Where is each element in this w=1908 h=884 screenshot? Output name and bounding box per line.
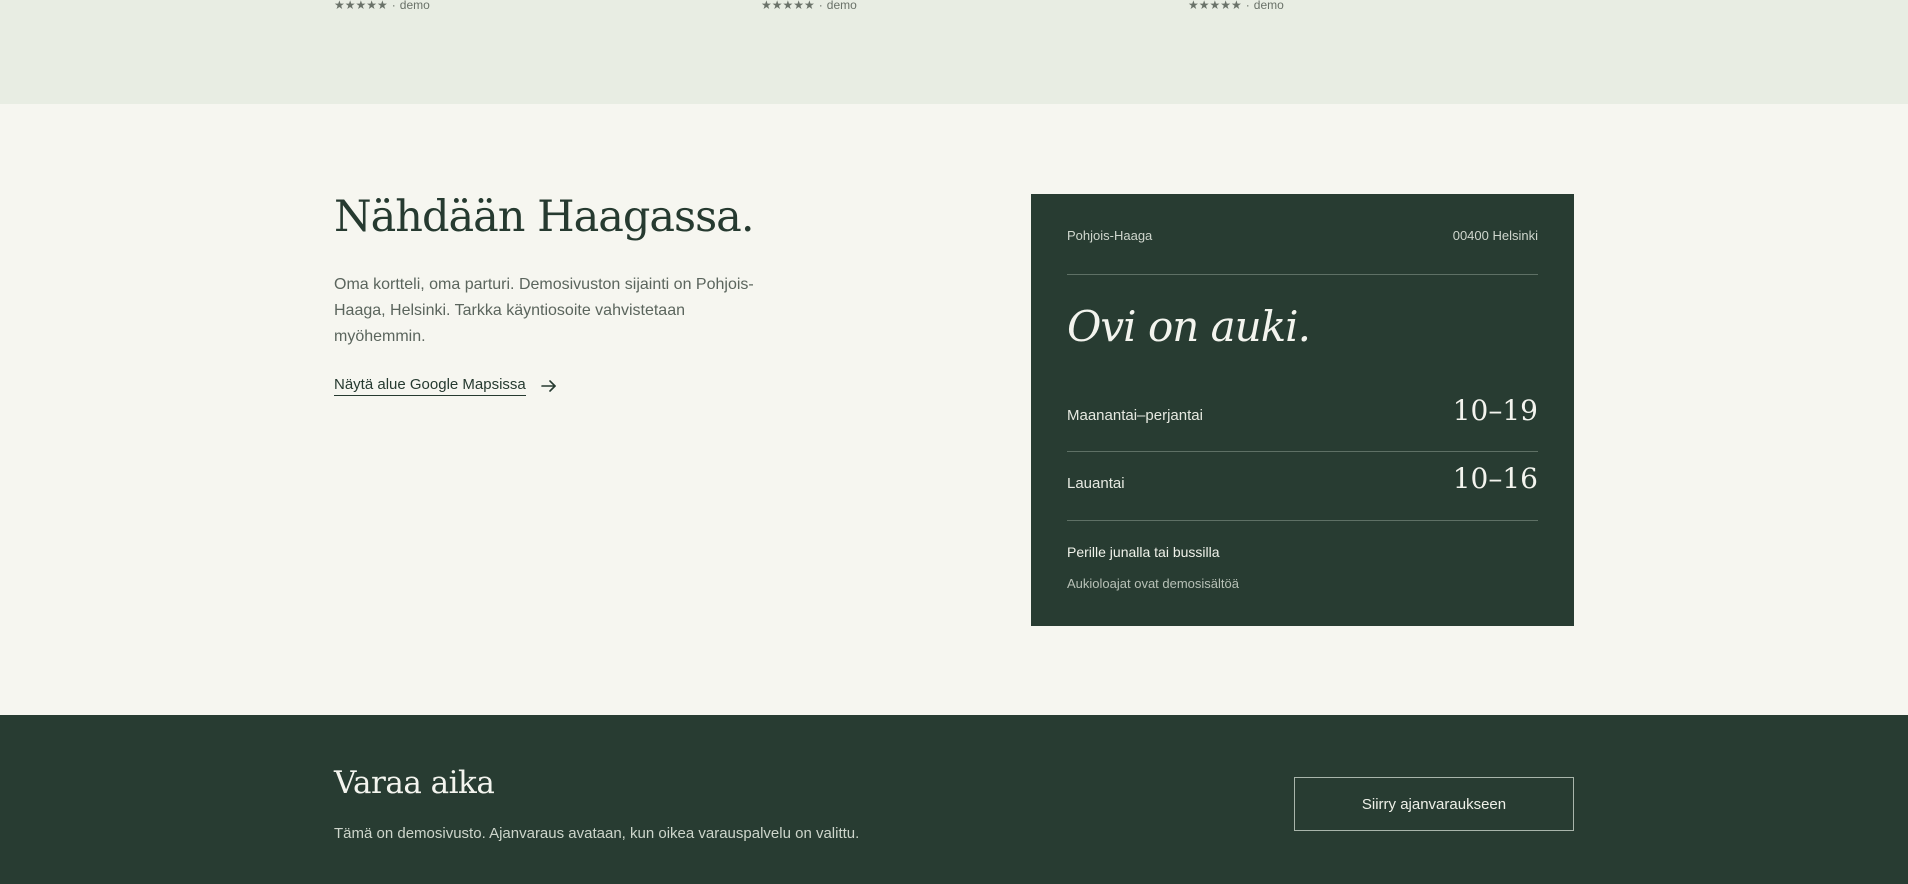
hours-day: Maanantai–perjantai — [1067, 407, 1203, 424]
transit-info: Perille junalla tai bussilla — [1067, 544, 1220, 560]
hours-day: Lauantai — [1067, 475, 1125, 492]
opening-hours-card: Pohjois-Haaga 00400 Helsinki Ovi on auki… — [1031, 194, 1574, 626]
location-description: Oma kortteli, oma parturi. Demosivuston … — [334, 276, 754, 345]
google-maps-link[interactable]: Näytä alue Google Mapsissa — [334, 376, 558, 396]
review-meta: ★★★★★ · demo — [334, 0, 430, 12]
open-heading: Ovi on auki. — [1067, 302, 1311, 351]
review-source-label: demo — [826, 0, 857, 12]
star-rating-icon: ★★★★★ — [761, 0, 815, 12]
divider — [1067, 520, 1538, 521]
review-meta: ★★★★★ · demo — [1188, 0, 1284, 12]
booking-section: Varaa aika Tämä on demosivusto. Ajanvara… — [0, 715, 1908, 884]
meta-separator: · — [1245, 0, 1250, 12]
booking-title: Varaa aika — [334, 765, 495, 801]
meta-separator: · — [818, 0, 823, 12]
hours-time: 10–16 — [1452, 462, 1538, 495]
hours-row-saturday: Lauantai 10–16 — [1067, 462, 1538, 495]
review-source-label: demo — [1253, 0, 1284, 12]
star-rating-icon: ★★★★★ — [334, 0, 388, 12]
card-header: Pohjois-Haaga 00400 Helsinki — [1067, 228, 1538, 243]
review-meta: ★★★★★ · demo — [761, 0, 857, 12]
google-maps-link-label: Näytä alue Google Mapsissa — [334, 376, 526, 396]
divider — [1067, 274, 1538, 275]
review-source-label: demo — [399, 0, 430, 12]
hours-row-weekdays: Maanantai–perjantai 10–19 — [1067, 394, 1538, 427]
arrow-right-icon — [540, 379, 558, 393]
go-to-booking-button[interactable]: Siirry ajanvaraukseen — [1294, 777, 1574, 831]
area-name: Pohjois-Haaga — [1067, 228, 1153, 243]
hours-time: 10–19 — [1452, 394, 1538, 427]
booking-description: Tämä on demosivusto. Ajanvaraus avataan,… — [334, 825, 860, 842]
divider — [1067, 451, 1538, 452]
reviews-section: ★★★★★ · demo ★★★★★ · demo ★★★★★ · demo — [0, 0, 1908, 104]
location-title: Nähdään Haagassa. — [334, 192, 754, 242]
meta-separator: · — [391, 0, 396, 12]
star-rating-icon: ★★★★★ — [1188, 0, 1242, 12]
location-section: Nähdään Haagassa. Oma kortteli, oma part… — [0, 104, 1908, 715]
postal-city: 00400 Helsinki — [1452, 228, 1538, 243]
demo-note: Aukioloajat ovat demosisältöä — [1067, 576, 1239, 591]
